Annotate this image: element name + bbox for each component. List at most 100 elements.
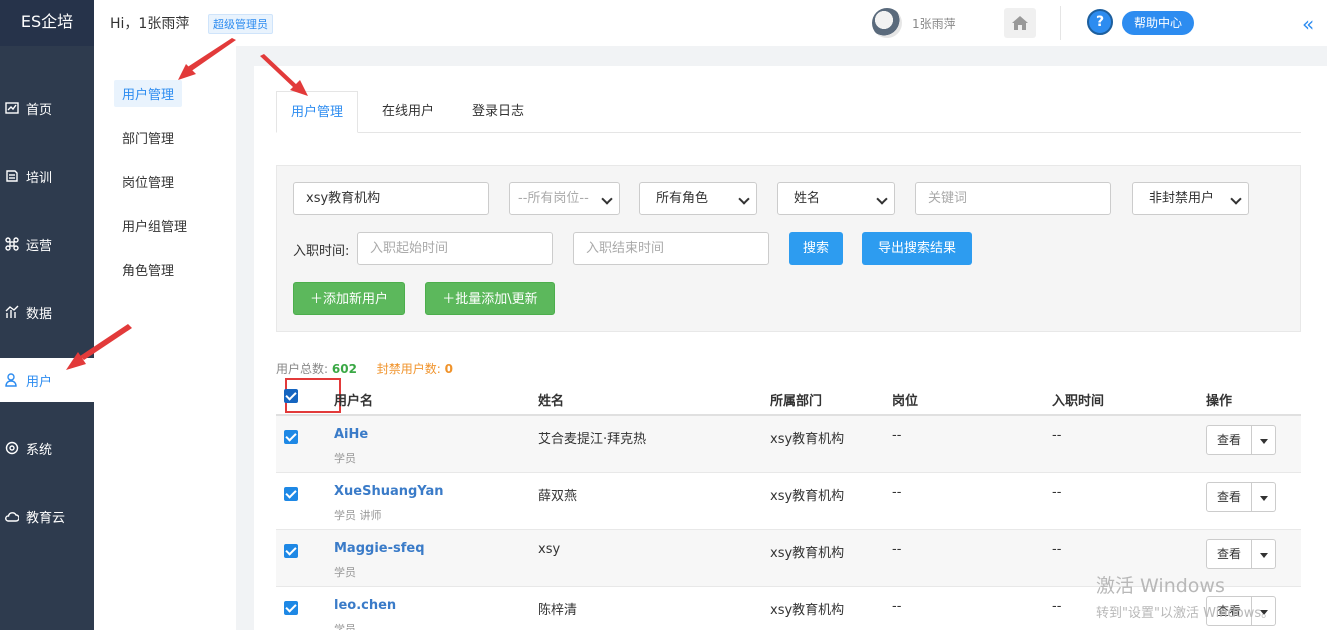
- subnav-role-management[interactable]: 角色管理: [122, 260, 174, 279]
- row-actions: 查看: [1206, 425, 1277, 455]
- home-button[interactable]: [1004, 8, 1036, 38]
- batch-add-button[interactable]: ＋批量添加\更新: [425, 282, 555, 315]
- nav-label: 教育云: [26, 510, 66, 526]
- hire-cell: --: [1052, 485, 1062, 500]
- nav-label: 用户: [26, 374, 53, 390]
- hire-end-input[interactable]: 入职结束时间: [573, 232, 769, 265]
- export-button[interactable]: 导出搜索结果: [862, 232, 972, 265]
- tab-online-users[interactable]: 在线用户: [382, 91, 434, 133]
- actions-dropdown-toggle[interactable]: [1252, 425, 1277, 455]
- view-button[interactable]: 查看: [1206, 425, 1253, 455]
- nav-label: 培训: [26, 170, 53, 186]
- post-cell: --: [892, 485, 902, 500]
- header-username[interactable]: 1张雨萍: [912, 15, 956, 32]
- nav-label: 运营: [26, 238, 53, 254]
- user-roles: 学员: [334, 566, 356, 579]
- org-field[interactable]: xsy教育机构: [293, 182, 489, 215]
- keyword-input[interactable]: 关键词: [915, 182, 1111, 215]
- username-link[interactable]: AiHe: [334, 427, 368, 442]
- nav-label: 系统: [26, 442, 53, 458]
- col-post: 岗位: [892, 394, 919, 409]
- add-user-button[interactable]: ＋添加新用户: [293, 282, 405, 315]
- name-cell: 薛双燕: [538, 489, 578, 504]
- main-sidebar: ES企培 首页 培训 运营 数据 用户 系统 教育云: [0, 0, 94, 630]
- command-icon: [4, 236, 20, 252]
- gear-icon: [4, 440, 20, 456]
- nav-item-home[interactable]: 首页: [0, 86, 94, 130]
- brand-logo[interactable]: ES企培: [0, 0, 94, 46]
- subnav-post-management[interactable]: 岗位管理: [122, 172, 174, 191]
- user-roles: 学员 讲师: [334, 509, 382, 522]
- hire-cell: --: [1052, 599, 1062, 614]
- watermark-line-1: 激活 Windows: [1096, 575, 1225, 597]
- user-subnav: 用户管理 部门管理 岗位管理 用户组管理 角色管理: [94, 46, 236, 630]
- user-stats: 用户总数: 602 封禁用户数: 0: [276, 360, 469, 377]
- windows-activation-watermark: 激活 Windows 转到"设置"以激活 Windows。: [1096, 571, 1274, 621]
- search-field-select[interactable]: 姓名: [777, 182, 895, 215]
- help-center-button[interactable]: 帮助中心: [1122, 11, 1195, 35]
- col-name: 姓名: [538, 394, 565, 409]
- total-users-label: 用户总数:: [276, 362, 329, 376]
- user-roles: 学员: [334, 452, 356, 465]
- hire-start-input[interactable]: 入职起始时间: [357, 232, 553, 265]
- book-icon: [4, 168, 20, 184]
- role-select[interactable]: 所有角色: [639, 182, 757, 215]
- table-row: XueShuangYan 学员 讲师 薛双燕 xsy教育机构 -- -- 查看: [276, 473, 1301, 530]
- nav-item-users[interactable]: 用户: [0, 358, 94, 402]
- role-badge: 超级管理员: [208, 14, 273, 34]
- hire-time-label: 入职时间:: [293, 244, 350, 259]
- nav-item-training[interactable]: 培训: [0, 154, 94, 198]
- top-header: Hi，1张雨萍 超级管理员 1张雨萍 ? 帮助中心 «: [94, 0, 1327, 46]
- col-department: 所属部门: [770, 394, 823, 409]
- collapse-icon[interactable]: «: [1302, 12, 1314, 36]
- view-button[interactable]: 查看: [1206, 482, 1253, 512]
- row-actions: 查看: [1206, 482, 1277, 512]
- post-cell: --: [892, 599, 902, 614]
- view-button[interactable]: 查看: [1206, 539, 1253, 569]
- ban-status-select[interactable]: 非封禁用户: [1132, 182, 1249, 215]
- nav-item-edu-cloud[interactable]: 教育云: [0, 494, 94, 538]
- watermark-line-2: 转到"设置"以激活 Windows。: [1096, 606, 1275, 621]
- username-link[interactable]: leo.chen: [334, 598, 396, 613]
- post-cell: --: [892, 428, 902, 443]
- nav-item-system[interactable]: 系统: [0, 426, 94, 470]
- user-roles: 学员: [334, 623, 356, 630]
- name-cell: 艾合麦提江·拜克热: [538, 432, 647, 447]
- tab-login-log[interactable]: 登录日志: [472, 91, 524, 133]
- cloud-icon: [4, 508, 20, 524]
- greeting-text: Hi，1张雨萍: [110, 16, 190, 32]
- name-cell: 陈梓清: [538, 603, 578, 618]
- search-panel: xsy教育机构 --所有岗位-- 所有角色 姓名 关键词 非封禁用户 入职时间:…: [276, 165, 1301, 332]
- row-checkbox[interactable]: [284, 601, 298, 615]
- avatar[interactable]: [872, 8, 902, 38]
- row-checkbox[interactable]: [284, 487, 298, 501]
- tab-user-management[interactable]: 用户管理: [276, 91, 359, 133]
- actions-dropdown-toggle[interactable]: [1252, 482, 1277, 512]
- chart-icon: [4, 304, 20, 320]
- username-link[interactable]: XueShuangYan: [334, 484, 444, 499]
- help-question-icon[interactable]: ?: [1087, 9, 1113, 35]
- row-actions: 查看: [1206, 539, 1277, 569]
- banned-users-value: 0: [444, 362, 453, 376]
- post-select[interactable]: --所有岗位--: [509, 182, 620, 215]
- nav-label: 数据: [26, 306, 53, 322]
- tab-bar: 用户管理 在线用户 登录日志: [276, 91, 1301, 133]
- dept-cell: xsy教育机构: [770, 432, 845, 447]
- col-actions: 操作: [1206, 394, 1233, 409]
- subnav-department-management[interactable]: 部门管理: [122, 128, 174, 147]
- user-icon: [4, 372, 20, 388]
- actions-dropdown-toggle[interactable]: [1252, 539, 1277, 569]
- select-all-checkbox[interactable]: [284, 389, 298, 403]
- search-button[interactable]: 搜索: [789, 232, 843, 265]
- row-checkbox[interactable]: [284, 430, 298, 444]
- nav-item-data[interactable]: 数据: [0, 290, 94, 334]
- subnav-usergroup-management[interactable]: 用户组管理: [122, 216, 187, 235]
- post-cell: --: [892, 542, 902, 557]
- dashboard-icon: [4, 100, 20, 116]
- nav-item-operation[interactable]: 运营: [0, 222, 94, 266]
- subnav-user-management[interactable]: 用户管理: [114, 80, 183, 107]
- row-checkbox[interactable]: [284, 544, 298, 558]
- username-link[interactable]: Maggie-sfeq: [334, 541, 425, 556]
- col-hire-time: 入职时间: [1052, 394, 1105, 409]
- table-header: 用户名 姓名 所属部门 岗位 入职时间 操作: [276, 378, 1301, 416]
